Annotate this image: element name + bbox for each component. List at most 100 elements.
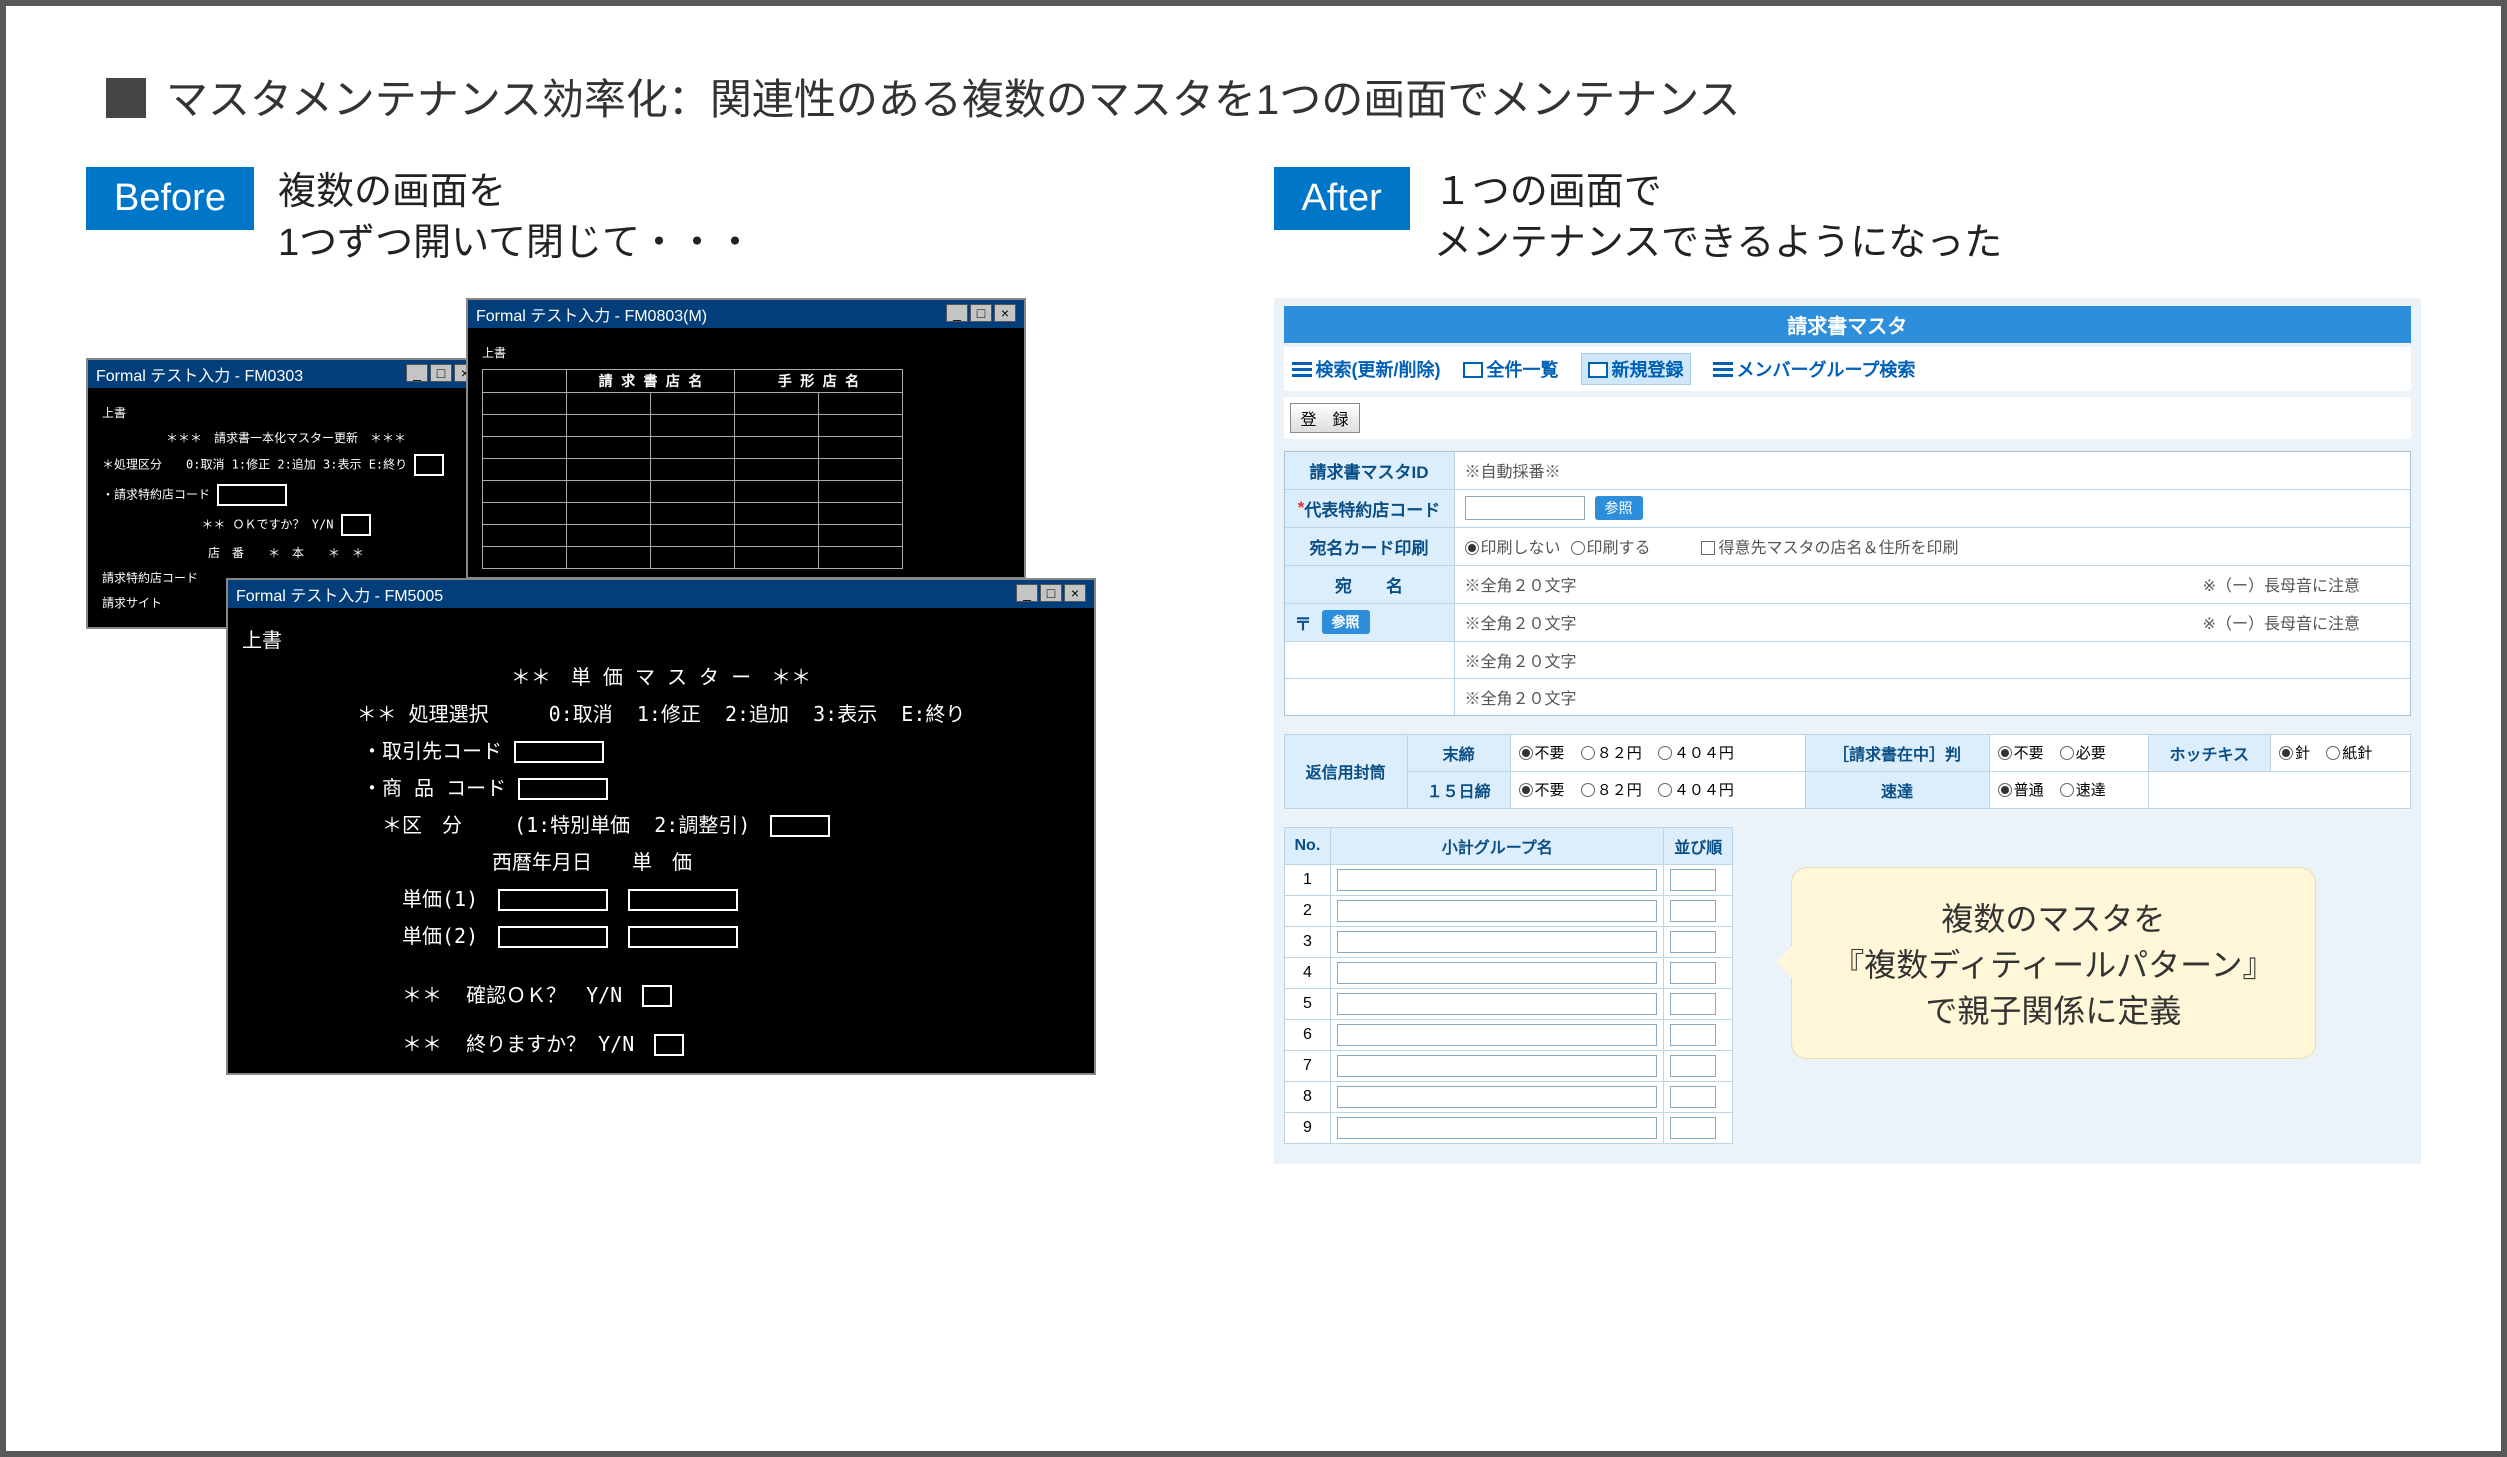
ok-input[interactable] [341, 514, 371, 536]
legacy-labels: 店 番 ＊ 本 ＊ ＊ [102, 544, 470, 561]
radio-mattan-fuyo[interactable]: 不要 [1519, 745, 1565, 762]
order-input[interactable] [1670, 900, 1716, 922]
cell-no: 7 [1284, 1050, 1331, 1081]
cell-no: 8 [1284, 1081, 1331, 1112]
overwrite-label: 上書 [482, 344, 1010, 361]
order-input[interactable] [1670, 1055, 1716, 1077]
legacy-item: ・商 品 コード [242, 772, 1080, 801]
overwrite-label: 上書 [102, 404, 470, 421]
check-print-addr[interactable]: 得意先マスタの店名＆住所を印刷 [1701, 534, 1959, 558]
label-stamp: ［請求書在中］判 [1805, 734, 1989, 771]
legacy-ok: ＊＊ ＯＫですか？ Y/N [102, 514, 470, 536]
group-name-input[interactable] [1337, 900, 1657, 922]
before-subhead: 複数の画面を 1つずつ開いて閉じて・・・ [278, 167, 754, 270]
shop-code-input[interactable] [1465, 496, 1585, 520]
col-no: No. [1284, 827, 1331, 864]
group-name-input[interactable] [1337, 869, 1657, 891]
cell-no: 3 [1284, 926, 1331, 957]
confirm-input[interactable] [642, 985, 672, 1007]
before-screens: Formal テスト入力 - FM0803(M) _□× 上書 請 求 書 店 … [86, 298, 1234, 1218]
table-row: 9 [1284, 1112, 1733, 1143]
order-input[interactable] [1670, 962, 1716, 984]
tab-all[interactable]: 全件一覧 [1463, 356, 1559, 382]
lookup-button[interactable]: 参照 [1595, 496, 1643, 520]
label-shop-code: 代表特約店コード [1285, 490, 1455, 527]
legacy-partner: ・取引先コード [242, 735, 1080, 764]
group-name-input[interactable] [1337, 1086, 1657, 1108]
order-input[interactable] [1670, 993, 1716, 1015]
legacy-proc: ＊処理区分 0:取消 1:修正 2:追加 3:表示 E:終り [102, 454, 470, 476]
label-print: 宛名カード印刷 [1285, 528, 1455, 565]
partner-input[interactable] [514, 741, 604, 763]
group-name-input[interactable] [1337, 993, 1657, 1015]
label-atena: 宛 名 [1285, 566, 1455, 603]
order-input[interactable] [1670, 931, 1716, 953]
radio-print-yes[interactable]: 印刷する [1571, 534, 1651, 558]
window-controls-icon[interactable]: _□× [944, 304, 1016, 323]
table-row: 6 [1284, 1019, 1733, 1050]
radio-stamp-hitsuyo[interactable]: 必要 [2060, 745, 2106, 762]
list-icon [1292, 362, 1312, 378]
group-name-input[interactable] [1337, 1024, 1657, 1046]
radio-sokutatsu[interactable]: 速達 [2060, 782, 2106, 799]
radio-15-404[interactable]: ４０４円 [1658, 782, 1734, 799]
legacy-confirm: ＊＊ 確認ＯＫ？ Y/N [242, 979, 1080, 1008]
date1-input[interactable] [498, 889, 608, 911]
table-row: 8 [1284, 1081, 1733, 1112]
cell-no: 6 [1284, 1019, 1331, 1050]
end-input[interactable] [654, 1034, 684, 1056]
note-full20: ※全角２０文字 [1465, 685, 1577, 709]
table-row: 1 [1284, 864, 1733, 895]
cell-no: 1 [1284, 864, 1331, 895]
group-name-input[interactable] [1337, 1055, 1657, 1077]
legacy-heading: ＊＊＊ 請求書一本化マスター更新 ＊＊＊ [102, 429, 470, 446]
tab-member[interactable]: メンバーグループ検索 [1713, 356, 1916, 382]
legacy-unit1: 単価(1) [242, 883, 1080, 912]
page-title-text: マスタメンテナンス効率化：関連性のある複数のマスタを1つの画面でメンテナンス [166, 76, 1740, 123]
radio-mattan-82[interactable]: ８２円 [1581, 745, 1642, 762]
label-mattan: 末締 [1407, 734, 1510, 771]
legacy-category: ＊区 分 (1:特別単価 2:調整引) [242, 809, 1080, 838]
after-pill: After [1274, 167, 1410, 230]
label-envelope: 返信用封筒 [1284, 734, 1407, 808]
label-15: １５日締 [1407, 771, 1510, 808]
radio-15-fuyo[interactable]: 不要 [1519, 782, 1565, 799]
radio-kamihari[interactable]: 紙針 [2326, 745, 2372, 762]
radio-15-82[interactable]: ８２円 [1581, 782, 1642, 799]
label-sokutatsu: 速達 [1805, 771, 1989, 808]
radio-futsu[interactable]: 普通 [1998, 782, 2044, 799]
partner-input[interactable] [217, 484, 287, 506]
radio-hari[interactable]: 針 [2279, 745, 2310, 762]
radio-print-no[interactable]: 印刷しない [1465, 534, 1561, 558]
price2-input[interactable] [628, 926, 738, 948]
proc-input[interactable] [414, 454, 444, 476]
radio-mattan-404[interactable]: ４０４円 [1658, 745, 1734, 762]
order-input[interactable] [1670, 1086, 1716, 1108]
order-input[interactable] [1670, 1117, 1716, 1139]
group-name-input[interactable] [1337, 931, 1657, 953]
window-controls-icon[interactable]: _□× [1014, 584, 1086, 603]
date2-input[interactable] [498, 926, 608, 948]
callout-note: 複数のマスタを 『複数ディティールパターン』 で親子関係に定義 [1791, 867, 2315, 1059]
legacy-window-grid: Formal テスト入力 - FM0803(M) _□× 上書 請 求 書 店 … [466, 298, 1026, 579]
order-input[interactable] [1670, 869, 1716, 891]
price1-input[interactable] [628, 889, 738, 911]
cat-input[interactable] [770, 815, 830, 837]
register-button[interactable]: 登 録 [1290, 403, 1360, 433]
tab-new[interactable]: 新規登録 [1581, 353, 1691, 385]
legacy-proc: ＊＊ 処理選択 0:取消 1:修正 2:追加 3:表示 E:終り [242, 698, 1080, 727]
tab-search[interactable]: 検索(更新/削除) [1292, 356, 1441, 382]
cell-no: 4 [1284, 957, 1331, 988]
square-marker-icon [106, 78, 146, 118]
radio-stamp-fuyo[interactable]: 不要 [1998, 745, 2044, 762]
group-name-input[interactable] [1337, 1117, 1657, 1139]
table-row: 4 [1284, 957, 1733, 988]
col-order: 並び順 [1664, 827, 1733, 864]
group-name-input[interactable] [1337, 962, 1657, 984]
item-input[interactable] [518, 778, 608, 800]
value-master-id: ※自動採番※ [1455, 452, 2411, 489]
order-input[interactable] [1670, 1024, 1716, 1046]
after-title: 請求書マスタ [1284, 306, 2412, 343]
zip-lookup-button[interactable]: 参照 [1322, 610, 1370, 634]
cell-no: 2 [1284, 895, 1331, 926]
